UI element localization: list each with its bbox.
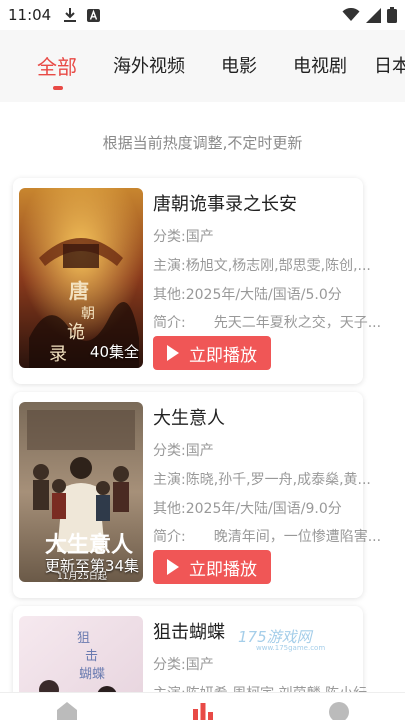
svg-text:击: 击 — [85, 649, 98, 664]
profile-icon[interactable] — [328, 701, 350, 720]
video-category: 分类:国产 — [153, 443, 214, 459]
play-now-button[interactable]: 立即播放 — [153, 550, 271, 584]
ranking-icon[interactable] — [192, 701, 214, 720]
download-icon — [63, 7, 77, 23]
svg-text:朝: 朝 — [81, 306, 95, 322]
play-now-button[interactable]: 立即播放 — [153, 336, 271, 370]
status-time: 11:04 — [8, 6, 52, 24]
a-badge-icon — [87, 8, 101, 22]
site-watermark-url: www.175game.com — [256, 644, 326, 652]
bottom-nav — [0, 692, 405, 720]
video-title[interactable]: 唐朝诡事录之长安 — [153, 190, 297, 216]
poster-image[interactable]: 大生意人 更新至第34集 11月25日起 — [19, 402, 143, 582]
video-synopsis: 简介: 晚清年间，一位惨遭陷害... — [153, 529, 382, 545]
svg-text:录: 录 — [49, 344, 67, 365]
wifi-icon — [342, 8, 360, 22]
signal-icon — [366, 7, 381, 23]
play-icon — [167, 559, 179, 575]
poster-image[interactable]: 唐 朝 诡 录 40集全 — [19, 188, 143, 368]
video-category: 分类:国产 — [153, 229, 214, 245]
svg-text:诡: 诡 — [67, 322, 85, 343]
play-now-label: 立即播放 — [189, 345, 257, 366]
status-bar: 11:04 — [0, 0, 405, 30]
video-title[interactable]: 大生意人 — [153, 404, 225, 430]
tab-overseas-video[interactable]: 海外视频 — [113, 52, 185, 78]
tab-tv-series[interactable]: 电视剧 — [293, 52, 347, 78]
play-now-label: 立即播放 — [189, 559, 257, 580]
tab-japan[interactable]: 日本 — [374, 52, 405, 78]
category-tabs: 全部 海外视频 电影 电视剧 日本 — [0, 30, 405, 102]
svg-text:狙: 狙 — [77, 631, 90, 646]
episode-badge: 40集全 — [89, 343, 139, 361]
video-cast: 主演:陈晓,孙千,罗一舟,成泰燊,黄... — [153, 472, 371, 488]
battery-icon — [387, 7, 397, 23]
video-card[interactable]: 大生意人 更新至第34集 11月25日起 大生意人 分类:国产 主演:陈晓,孙千… — [13, 392, 381, 598]
home-icon[interactable] — [56, 701, 78, 720]
svg-text:唐: 唐 — [69, 279, 89, 303]
play-icon — [167, 345, 179, 361]
update-notice: 根据当前热度调整,不定时更新 — [102, 134, 303, 152]
tab-indicator — [53, 86, 63, 90]
video-category: 分类:国产 — [153, 657, 214, 673]
video-cast: 主演:杨旭文,杨志刚,郜思雯,陈创,... — [153, 258, 371, 274]
tab-movies[interactable]: 电影 — [221, 52, 257, 78]
video-title[interactable]: 狙击蝴蝶 — [153, 618, 225, 644]
video-synopsis: 简介: 先天二年夏秋之交，天子... — [153, 315, 382, 331]
episode-badge-date: 11月25日起 — [57, 572, 107, 582]
tab-all[interactable]: 全部 — [37, 51, 77, 80]
video-info: 其他:2025年/大陆/国语/9.0分 — [153, 501, 342, 517]
video-card[interactable]: 唐 朝 诡 录 40集全 唐朝诡事录之长安 分类:国产 主演:杨旭文,杨志刚,郜… — [13, 178, 381, 384]
video-info: 其他:2025年/大陆/国语/5.0分 — [153, 287, 342, 303]
svg-text:蝴蝶: 蝴蝶 — [79, 667, 105, 682]
